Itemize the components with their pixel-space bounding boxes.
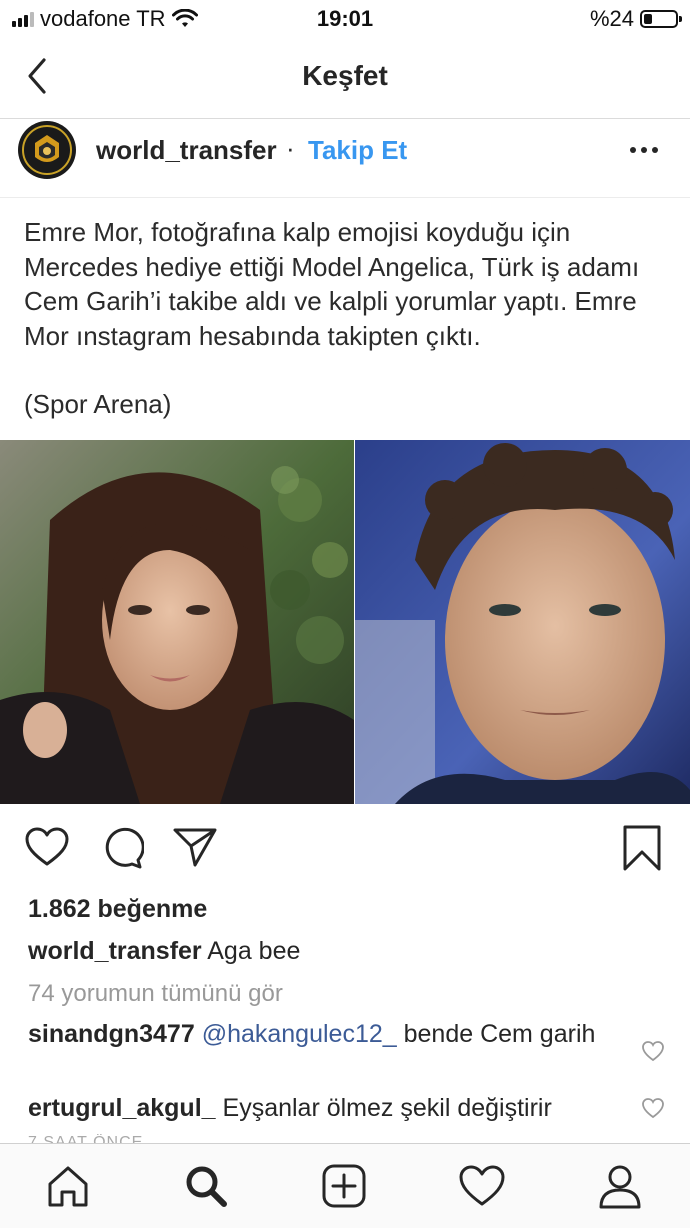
clock: 19:01 [316, 6, 374, 31]
post-image-source: (Spor Arena) [24, 389, 172, 419]
home-icon[interactable] [44, 1162, 92, 1210]
post-header: world_transfer · Takip Et [0, 119, 690, 198]
activity-heart-icon[interactable] [458, 1162, 506, 1210]
bottom-tab-bar [0, 1143, 690, 1228]
likes-count[interactable]: 1.862 beğenme [28, 895, 207, 924]
caption-username[interactable]: world_transfer [28, 937, 202, 965]
separator-dot: · [286, 133, 295, 163]
add-post-icon[interactable] [320, 1162, 368, 1210]
status-bar: vodafone TR 19:01 %24 [0, 0, 690, 40]
post-photo-woman [0, 440, 354, 804]
profile-icon[interactable] [596, 1162, 644, 1210]
page-title: Keşfet [302, 60, 388, 91]
comment-username[interactable]: sinandgn3477 [28, 1020, 195, 1048]
like-heart-icon[interactable] [24, 826, 70, 868]
view-all-comments-link[interactable]: 74 yorumun tümünü gör [28, 980, 283, 1008]
comment-bubble-icon[interactable] [100, 826, 144, 870]
post-image-text: Emre Mor, fotoğrafına kalp emojisi koydu… [24, 217, 640, 351]
follow-button[interactable]: Takip Et [308, 135, 407, 166]
post-username[interactable]: world_transfer [96, 135, 277, 166]
comment-text: Eyşanlar ölmez şekil değiştirir [222, 1094, 552, 1122]
battery-percent: %24 [589, 6, 634, 31]
comment-text: bende Cem garih [396, 1020, 596, 1048]
comment-username[interactable]: ertugrul_akgul_ [28, 1094, 216, 1122]
nav-header: Keşfet [0, 40, 690, 119]
avatar[interactable] [18, 121, 76, 179]
comment-like-heart-icon[interactable] [641, 1097, 665, 1119]
battery-icon [640, 10, 682, 28]
search-icon[interactable] [182, 1162, 230, 1210]
post-caption: world_transfer Aga bee [28, 937, 300, 966]
comment-item: sinandgn3477 @hakangulec12_ bende Cem ga… [28, 1020, 608, 1049]
share-direct-icon[interactable] [172, 826, 218, 868]
comment-mention[interactable]: @hakangulec12_ [202, 1020, 397, 1048]
battery-status: %24 [589, 6, 682, 32]
post-photo-man [355, 440, 690, 804]
comment-item: ertugrul_akgul_ Eyşanlar ölmez şekil değ… [28, 1094, 608, 1123]
comment-like-heart-icon[interactable] [641, 1040, 665, 1062]
caption-text: Aga bee [207, 937, 301, 965]
world-transfer-logo-icon [19, 122, 75, 178]
more-options-icon[interactable] [630, 147, 662, 157]
bookmark-save-icon[interactable] [622, 824, 662, 872]
